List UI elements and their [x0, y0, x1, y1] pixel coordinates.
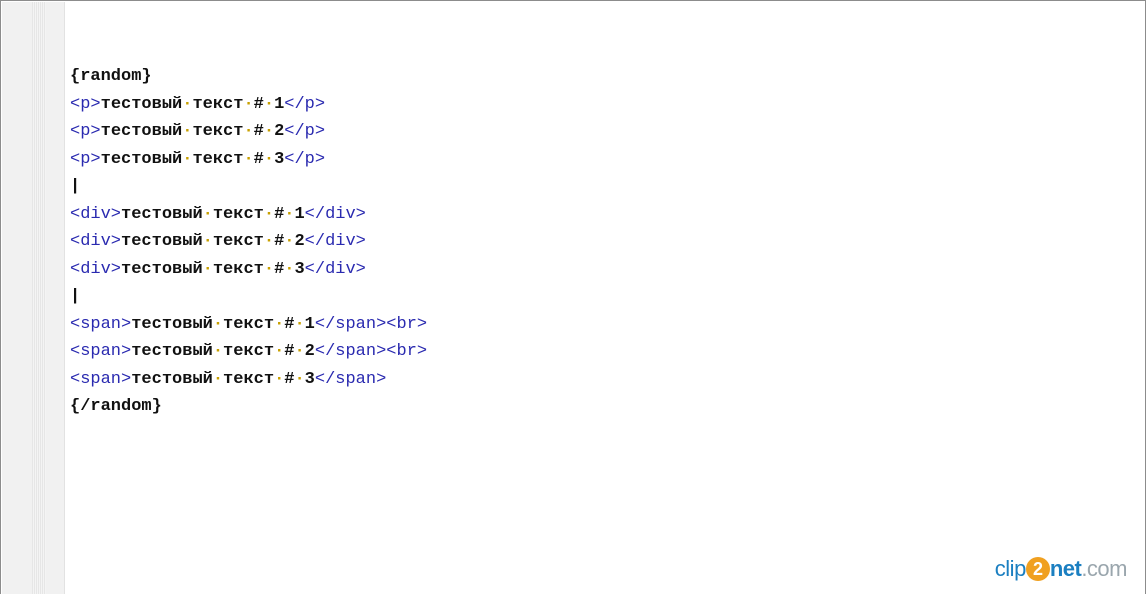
open-tag: <div> — [70, 232, 122, 251]
watermark-net: net — [1049, 556, 1082, 581]
line-text: тестовый·текст·#·1 — [131, 314, 315, 334]
close-tag: </p> — [284, 149, 326, 169]
code-line[interactable]: <p>тестовый·текст·#·1</p> — [70, 91, 1130, 119]
open-tag: <p> — [70, 122, 101, 141]
close-tag: </span><br> — [314, 314, 428, 334]
line-text: тестовый·текст·#·2 — [100, 122, 285, 141]
editor-window: {random} <p>тестовый·текст·#·1</p> <p>тест… — [0, 0, 1146, 594]
watermark-domain: .com — [1081, 556, 1127, 581]
editor-gutter — [2, 2, 65, 594]
close-tag: </p> — [284, 122, 326, 141]
close-tag: </div> — [304, 204, 366, 224]
open-tag: <span> — [70, 314, 132, 334]
line-text: тестовый·текст·#·2 — [131, 342, 315, 361]
open-tag: <span> — [70, 369, 132, 389]
line-text: тестовый·текст·#·3 — [121, 259, 305, 279]
line-text: тестовый·текст·#·2 — [121, 232, 305, 251]
open-tag: <div> — [70, 259, 122, 279]
line-text: тестовый·текст·#·3 — [131, 369, 315, 389]
close-tag: </p> — [284, 94, 326, 114]
open-tag: <p> — [70, 94, 101, 114]
watermark-clip: clip — [994, 556, 1027, 581]
code-line[interactable]: | — [70, 283, 1130, 311]
line-text: тестовый·текст·#·1 — [121, 204, 305, 224]
code-line[interactable]: <div>тестовый·текст·#·2</div> — [70, 228, 1130, 256]
code-line[interactable]: | — [70, 173, 1130, 201]
watermark-two-badge: 2 — [1025, 557, 1050, 581]
code-line[interactable]: <span>тестовый·текст·#·2</span><br> — [70, 338, 1130, 366]
separator-pipe: | — [70, 177, 81, 196]
line-text: тестовый·текст·#·1 — [100, 94, 285, 114]
clip2net-watermark: clip 2 net.com — [995, 556, 1127, 582]
code-line[interactable]: <p>тестовый·текст·#·3</p> — [70, 146, 1130, 174]
close-tag: </div> — [304, 232, 366, 251]
open-tag: <div> — [70, 204, 122, 224]
code-line[interactable]: <div>тестовый·текст·#·1</div> — [70, 201, 1130, 229]
separator-pipe: | — [70, 287, 81, 306]
open-tag: <p> — [70, 149, 101, 169]
template-directive: {/random} — [70, 397, 162, 416]
code-line[interactable]: {random} — [70, 63, 1130, 91]
code-line[interactable]: <span>тестовый·текст·#·1</span><br> — [70, 311, 1130, 339]
code-editor[interactable]: {random} <p>тестовый·текст·#·1</p> <p>тест… — [70, 63, 1130, 421]
close-tag: </span> — [314, 369, 387, 389]
code-line[interactable]: <span>тестовый·текст·#·3</span> — [70, 366, 1130, 394]
line-text: тестовый·текст·#·3 — [100, 149, 285, 169]
gutter-fold-margin — [32, 2, 46, 594]
template-directive: {random} — [70, 67, 152, 86]
code-line[interactable]: {/random} — [70, 393, 1130, 421]
code-line[interactable]: <div>тестовый·текст·#·3</div> — [70, 256, 1130, 284]
open-tag: <span> — [70, 342, 132, 361]
close-tag: </span><br> — [314, 342, 428, 361]
code-line[interactable]: <p>тестовый·текст·#·2</p> — [70, 118, 1130, 146]
close-tag: </div> — [304, 259, 366, 279]
